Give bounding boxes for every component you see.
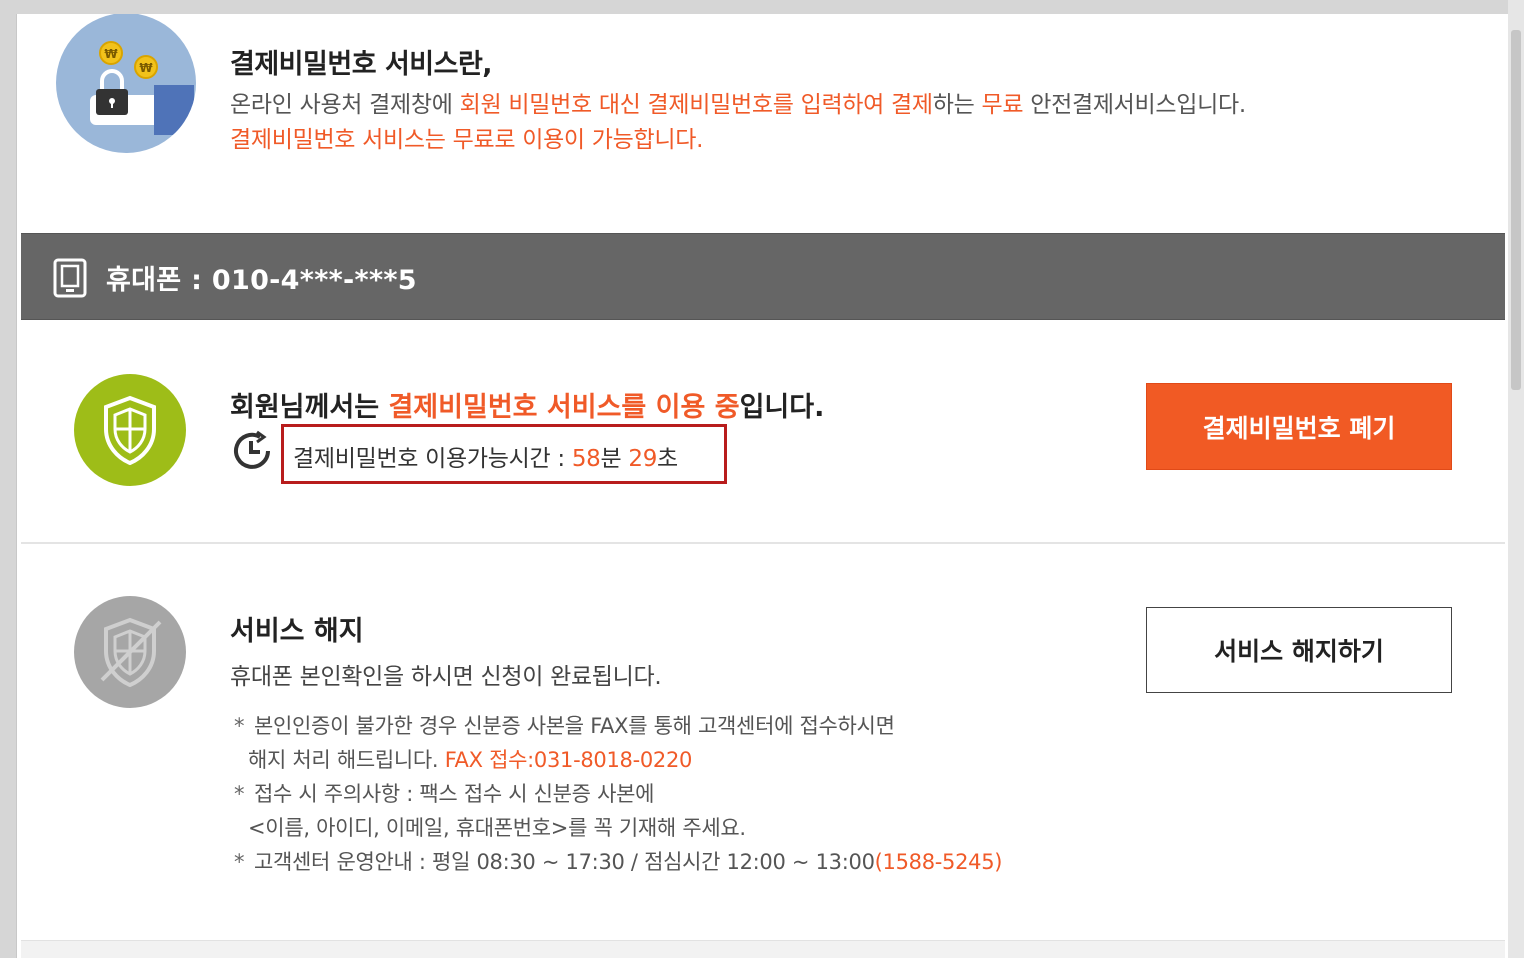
discard-payment-password-button[interactable]: 결제비밀번호 폐기	[1146, 383, 1452, 470]
phone-number-label: 휴대폰 : 010-4***-***5	[106, 265, 417, 296]
note-2-line1: * 접수 시 주의사항 : 팩스 접수 시 신분증 사본에	[234, 782, 655, 806]
svg-text:₩: ₩	[139, 61, 153, 75]
service-cancel-section: 서비스 해지 휴대폰 본인확인을 하시면 신청이 완료됩니다. * 본인인증이 불…	[21, 544, 1505, 944]
remaining-time-text: 결제비밀번호 이용가능시간 : 58분 29초	[293, 446, 678, 472]
note-3: * 고객센터 운영안내 : 평일 08:30 ~ 17:30 / 점심시간 12:…	[234, 850, 1003, 874]
note-1-line1: * 본인인증이 불가한 경우 신분증 사본을 FAX를 통해 고객센터에 접수하시…	[234, 714, 895, 738]
vertical-scrollbar[interactable]	[1508, 0, 1524, 958]
scrollbar-thumb[interactable]	[1511, 30, 1521, 390]
clock-icon	[230, 429, 274, 477]
payment-password-window: ₩ ₩ 결제비밀번호 서비스란, 온라인 사용처 결제창에 회원 비밀번호 대신…	[16, 14, 1509, 958]
smartphone-icon	[53, 258, 87, 302]
remaining-time-highlight: 결제비밀번호 이용가능시간 : 58분 29초	[281, 424, 727, 484]
coin-lock-hand-icon: ₩ ₩	[56, 14, 196, 153]
bottom-divider	[21, 940, 1505, 958]
intro-description-line2: 결제비밀번호 서비스는 무료로 이용이 가능합니다.	[230, 127, 704, 153]
cancel-title: 서비스 해지	[230, 616, 364, 647]
cancel-description: 휴대폰 본인확인을 하시면 신청이 완료됩니다.	[230, 664, 662, 690]
shield-icon	[74, 374, 186, 486]
status-title: 회원님께서는 결제비밀번호 서비스를 이용 중입니다.	[230, 392, 825, 423]
shield-disabled-icon	[74, 596, 186, 708]
phone-number-bar: 휴대폰 : 010-4***-***5	[21, 233, 1505, 320]
note-2-line2: <이름, 아이디, 이메일, 휴대폰번호>를 꼭 기재해 주세요.	[248, 816, 746, 840]
svg-text:₩: ₩	[104, 47, 118, 61]
note-1-line2: 해지 처리 해드립니다. FAX 접수:031-8018-0220	[248, 748, 693, 772]
intro-title: 결제비밀번호 서비스란,	[230, 49, 493, 80]
intro-description-line1: 온라인 사용처 결제창에 회원 비밀번호 대신 결제비밀번호를 입력하여 결제하…	[230, 92, 1246, 118]
cancel-service-button[interactable]: 서비스 해지하기	[1146, 607, 1452, 693]
service-status-section: 회원님께서는 결제비밀번호 서비스를 이용 중입니다. 결제비밀번호 이용가능시…	[21, 320, 1505, 544]
